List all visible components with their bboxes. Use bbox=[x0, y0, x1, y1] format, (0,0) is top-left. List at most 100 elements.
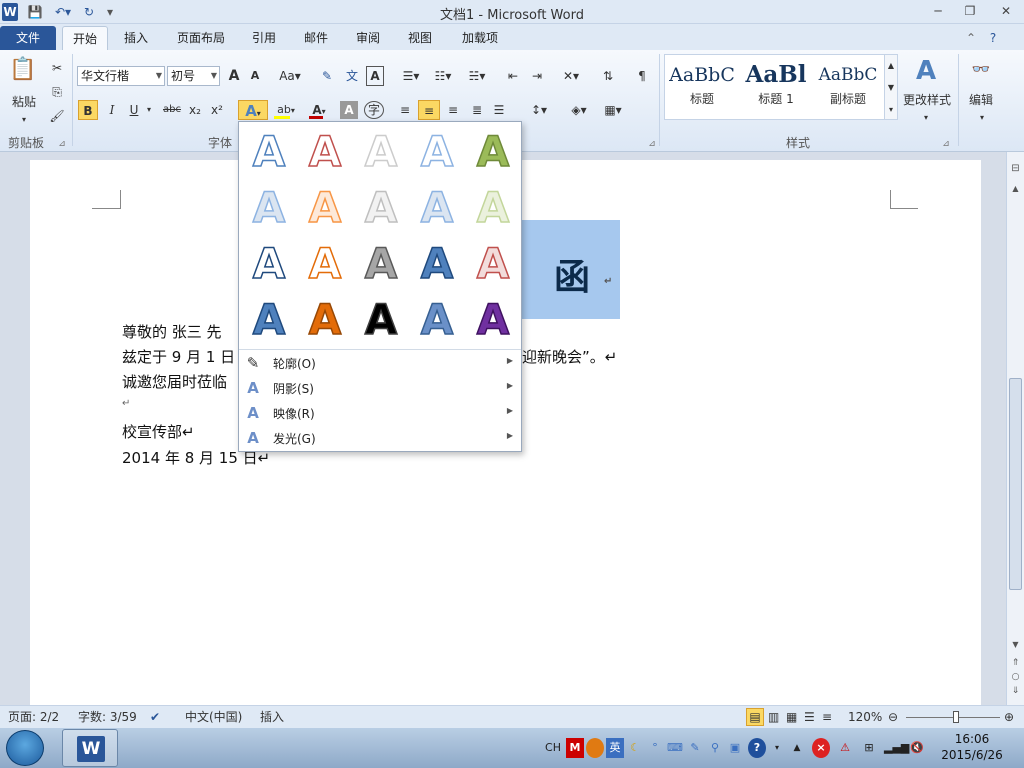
draft-icon[interactable]: ≡ bbox=[822, 706, 832, 728]
text-effect-swatch[interactable]: A bbox=[359, 295, 403, 345]
line-spacing-icon[interactable]: ↕▾ bbox=[526, 100, 552, 120]
format-painter-icon[interactable]: 🖌 bbox=[48, 106, 66, 126]
clipboard-launcher-icon[interactable]: ⊿ bbox=[56, 134, 68, 154]
justify-icon[interactable]: ≣ bbox=[468, 100, 486, 120]
highlight-color-button[interactable]: ab▾ bbox=[272, 100, 300, 120]
proofing-icon[interactable]: ✔ bbox=[150, 706, 160, 728]
ime-skin-icon[interactable]: ▣ bbox=[726, 738, 744, 758]
ime-help-icon[interactable]: ? bbox=[748, 738, 766, 758]
minimize-button[interactable]: ─ bbox=[924, 1, 952, 21]
bullets-icon[interactable]: ☰▾ bbox=[398, 66, 424, 86]
numbering-icon[interactable]: ☷▾ bbox=[430, 66, 456, 86]
ime-english-icon[interactable]: 英 bbox=[606, 738, 624, 758]
zoom-in-icon[interactable]: ⊕ bbox=[1004, 706, 1014, 728]
prev-page-icon[interactable]: ⇑ bbox=[1009, 658, 1022, 668]
action-center-icon[interactable]: ⊞ bbox=[860, 738, 878, 758]
clear-formatting-icon[interactable]: ✎ bbox=[318, 66, 336, 86]
ime-punctuation-icon[interactable]: ° bbox=[646, 738, 664, 758]
underline-button[interactable]: U bbox=[126, 100, 142, 120]
tab-file[interactable]: 文件 bbox=[0, 26, 56, 50]
text-effect-swatch[interactable]: A bbox=[471, 295, 515, 345]
ime-indicator[interactable]: CH bbox=[544, 738, 562, 758]
grow-font-button[interactable]: A bbox=[226, 66, 242, 86]
text-effect-swatch[interactable]: A bbox=[303, 127, 347, 177]
scroll-up-icon[interactable]: ▲ bbox=[1009, 182, 1022, 196]
font-color-button[interactable]: A▾ bbox=[306, 100, 332, 120]
show-marks-icon[interactable]: ¶ bbox=[634, 66, 650, 86]
text-effect-swatch[interactable]: A bbox=[303, 183, 347, 233]
security-alert-icon[interactable]: × bbox=[812, 738, 830, 758]
multilevel-list-icon[interactable]: ☵▾ bbox=[464, 66, 490, 86]
menu-item-glow[interactable]: A 发光(G) ▶ bbox=[239, 426, 521, 451]
copy-icon[interactable]: ⎘ bbox=[48, 82, 66, 102]
chinese-layout-icon[interactable]: ✕▾ bbox=[558, 66, 584, 86]
clock[interactable]: 16:06 2015/6/26 bbox=[930, 731, 1014, 763]
text-effect-swatch[interactable]: A bbox=[247, 295, 291, 345]
paste-icon[interactable]: 📋 bbox=[8, 56, 38, 84]
text-effect-swatch[interactable]: A bbox=[303, 239, 347, 289]
text-effect-swatch[interactable]: A bbox=[247, 183, 291, 233]
ime-menu-icon[interactable]: ▾ bbox=[770, 738, 784, 758]
text-effect-swatch[interactable]: A bbox=[359, 239, 403, 289]
text-effect-swatch[interactable]: A bbox=[415, 183, 459, 233]
text-effect-swatch[interactable]: A bbox=[471, 239, 515, 289]
ime-moon-icon[interactable]: ☾ bbox=[626, 738, 644, 758]
borders-icon[interactable]: ▦▾ bbox=[600, 100, 626, 120]
select-browse-object-icon[interactable]: ○ bbox=[1009, 672, 1022, 682]
styles-launcher-icon[interactable]: ⊿ bbox=[940, 134, 952, 154]
style-heading-1[interactable]: AaBl 标题 1 bbox=[740, 60, 812, 112]
binoculars-icon[interactable]: 👓 bbox=[966, 56, 996, 82]
text-effect-swatch[interactable]: A bbox=[359, 127, 403, 177]
tab-mailings[interactable]: 邮件 bbox=[296, 26, 336, 50]
text-effect-swatch[interactable]: A bbox=[471, 183, 515, 233]
tab-home[interactable]: 开始 bbox=[62, 26, 108, 50]
tab-insert[interactable]: 插入 bbox=[116, 26, 156, 50]
paragraph-launcher-icon[interactable]: ⊿ bbox=[646, 134, 658, 154]
full-screen-reading-icon[interactable]: ▥ bbox=[768, 706, 779, 728]
text-effect-swatch[interactable]: A bbox=[247, 127, 291, 177]
text-effect-swatch[interactable]: A bbox=[471, 127, 515, 177]
tab-review[interactable]: 审阅 bbox=[348, 26, 388, 50]
underline-dropdown-icon[interactable]: ▾ bbox=[144, 100, 154, 120]
text-effect-swatch[interactable]: A bbox=[303, 295, 347, 345]
font-name-combo[interactable]: 华文行楷 ▼ bbox=[77, 66, 165, 86]
character-shading-icon[interactable]: A bbox=[340, 101, 358, 119]
zoom-slider-thumb[interactable] bbox=[953, 711, 959, 723]
change-styles-button[interactable]: 更改样式 bbox=[900, 90, 954, 110]
word-count[interactable]: 字数: 3/59 bbox=[78, 706, 137, 728]
paste-button[interactable]: 粘贴 bbox=[4, 92, 44, 112]
subscript-button[interactable]: x₂ bbox=[186, 100, 204, 120]
increase-indent-icon[interactable]: ⇥ bbox=[528, 66, 546, 86]
outline-icon[interactable]: ☰ bbox=[804, 706, 815, 728]
vertical-scrollbar[interactable]: ⊟ ▲ ▼ ⇑ ○ ⇓ bbox=[1006, 152, 1024, 705]
text-effect-swatch[interactable]: A bbox=[415, 295, 459, 345]
style-gallery-scroll[interactable]: ▲ ▼ ▾ bbox=[884, 54, 898, 120]
ime-mode-icon[interactable] bbox=[586, 738, 604, 758]
text-effect-swatch[interactable]: A bbox=[359, 183, 403, 233]
menu-item-reflection[interactable]: A 映像(R) ▶ bbox=[239, 401, 521, 426]
ime-tools-icon[interactable]: ✎ bbox=[686, 738, 704, 758]
close-button[interactable]: ✕ bbox=[992, 1, 1020, 21]
ime-search-icon[interactable]: ⚲ bbox=[706, 738, 724, 758]
zoom-level[interactable]: 120% bbox=[848, 706, 882, 728]
ime-m-icon[interactable]: M bbox=[566, 738, 584, 758]
tab-references[interactable]: 引用 bbox=[244, 26, 284, 50]
selected-title-text[interactable]: 函 ↵ bbox=[514, 220, 620, 319]
decrease-indent-icon[interactable]: ⇤ bbox=[504, 66, 522, 86]
menu-item-outline[interactable]: ✎ 轮廓(O) ▶ bbox=[239, 351, 521, 376]
enclose-characters-icon[interactable]: 字 bbox=[364, 101, 384, 119]
help-icon[interactable]: ? bbox=[984, 26, 1002, 50]
paste-dropdown-icon[interactable]: ▾ bbox=[18, 110, 30, 130]
editing-button[interactable]: 编辑 bbox=[962, 90, 1000, 110]
ime-keyboard-icon[interactable]: ⌨ bbox=[666, 738, 684, 758]
strikethrough-button[interactable]: abc bbox=[160, 100, 184, 120]
align-center-icon[interactable]: ≡ bbox=[418, 100, 440, 120]
show-hidden-icons[interactable]: ▲ bbox=[790, 738, 804, 758]
change-styles-icon[interactable]: A bbox=[908, 56, 944, 86]
scroll-thumb[interactable] bbox=[1009, 378, 1022, 590]
change-case-button[interactable]: Aa▾ bbox=[276, 66, 304, 86]
volume-muted-icon[interactable]: 🔇 bbox=[908, 738, 926, 758]
align-right-icon[interactable]: ≡ bbox=[444, 100, 462, 120]
next-page-icon[interactable]: ⇓ bbox=[1009, 686, 1022, 696]
distributed-icon[interactable]: ☰ bbox=[490, 100, 508, 120]
